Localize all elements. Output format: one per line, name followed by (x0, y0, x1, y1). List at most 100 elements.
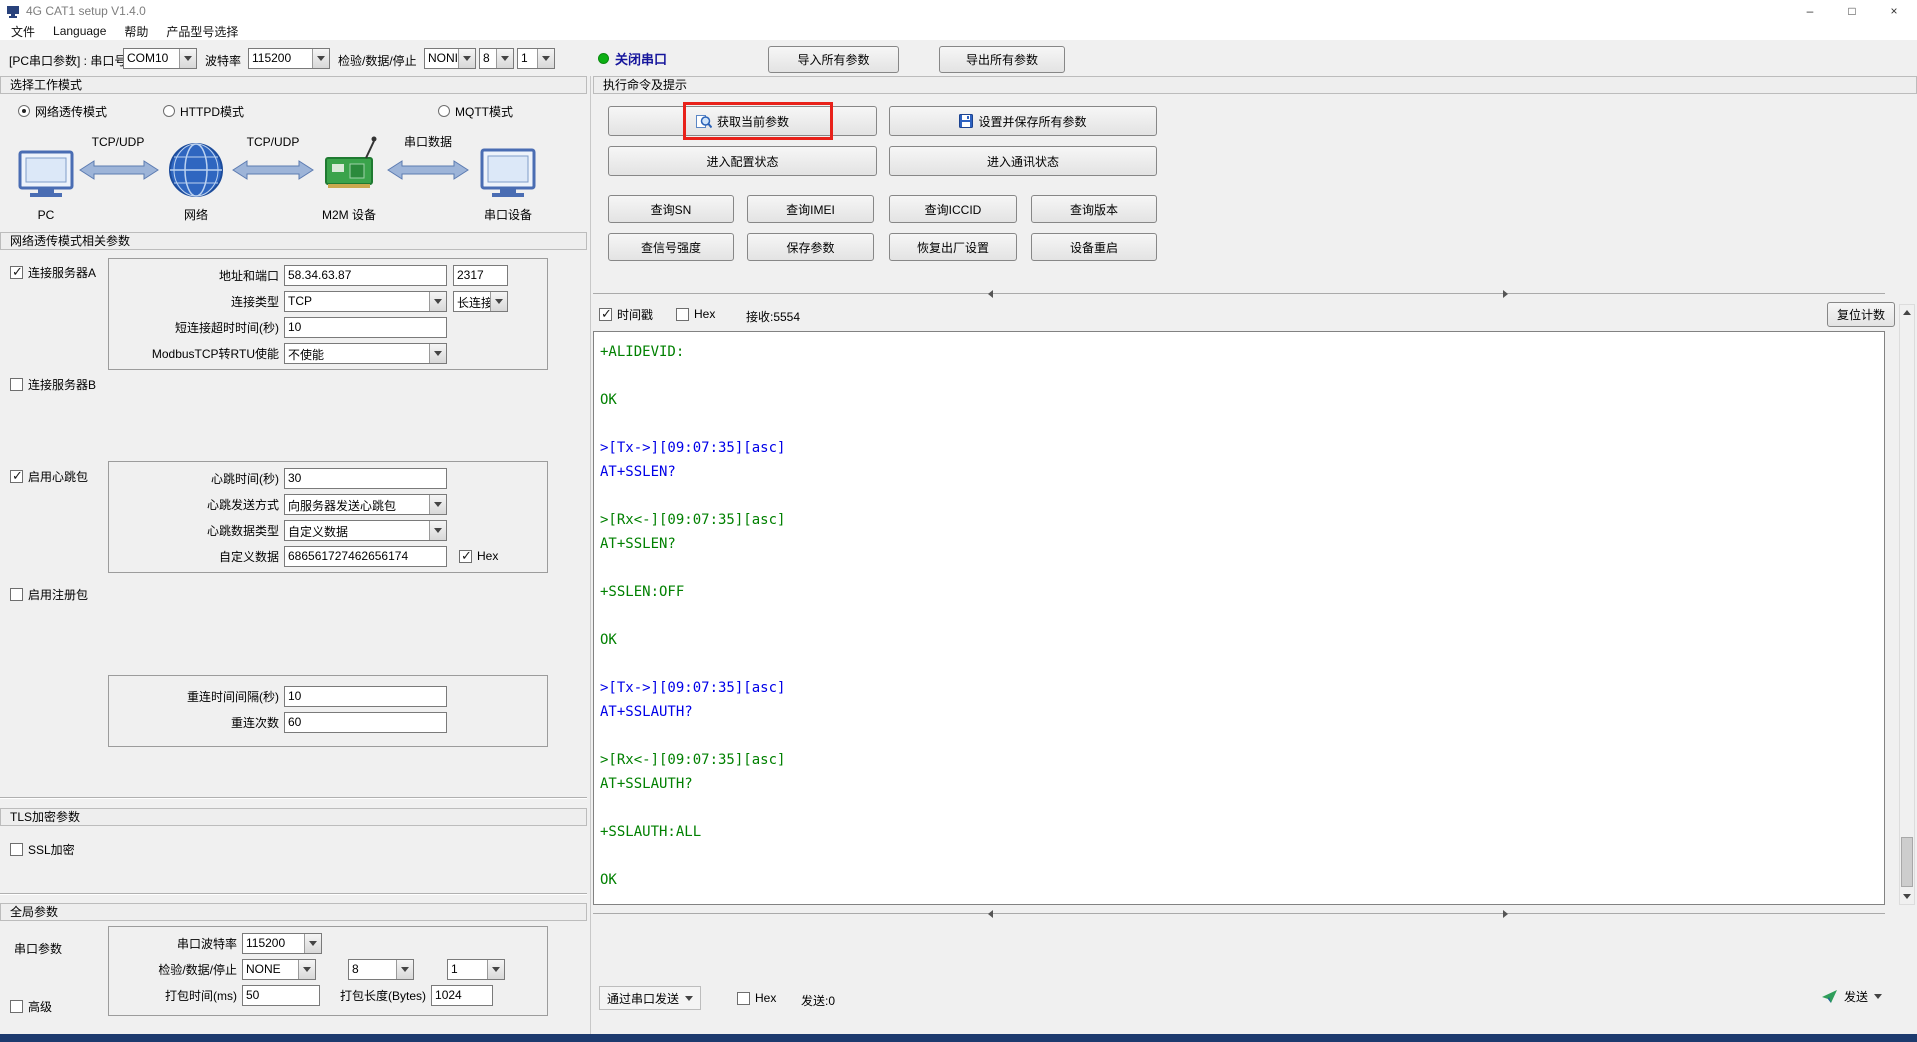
hb-type-select[interactable]: 自定义数据 (284, 520, 447, 541)
query-version-button[interactable]: 查询版本 (1031, 195, 1157, 223)
server-a-checkbox[interactable]: 连接服务器A (10, 264, 96, 280)
scroll-up-icon[interactable] (1900, 305, 1914, 320)
factory-reset-button[interactable]: 恢复出厂设置 (889, 233, 1017, 261)
short-conn-timeout-input[interactable] (284, 317, 447, 338)
log-top-splitter[interactable] (593, 288, 1885, 300)
send-button[interactable]: 发送 (1822, 988, 1882, 1005)
query-sn-button[interactable]: 查询SN (608, 195, 734, 223)
reconnect-count-input[interactable] (284, 712, 447, 733)
menu-item[interactable]: Language (44, 24, 115, 38)
panel-divider (590, 76, 591, 1034)
hb-hex-checkbox[interactable]: Hex (459, 548, 498, 564)
save-params-button[interactable]: 保存参数 (747, 233, 874, 261)
conn-type-select[interactable]: TCP (284, 291, 447, 312)
server-a-port-input[interactable] (453, 265, 508, 286)
serial-device-label: 串口设备 (484, 208, 532, 222)
m2m-device-icon (326, 137, 377, 189)
heartbeat-checkbox[interactable]: 启用心跳包 (10, 468, 88, 484)
serial-baud-label: 串口波特率 (109, 935, 242, 952)
server-a-group: 地址和端口 连接类型 TCP 长连接 短连接超时时间(秒) ModbusTCP转… (108, 258, 548, 370)
get-params-button[interactable]: 获取当前参数 (608, 106, 877, 136)
radio-net-passthrough[interactable]: 网络透传模式 (18, 103, 107, 119)
packtime-input[interactable] (242, 985, 320, 1006)
serial-stopbits-select[interactable]: 1 (447, 959, 505, 980)
splitter-right-arrow-icon[interactable] (1503, 910, 1508, 918)
reconnect-group: 重连时间间隔(秒) 重连次数 (108, 675, 548, 747)
send-via-dropdown[interactable]: 通过串口发送 (599, 986, 701, 1010)
serial-group-label: 串口参数 (14, 940, 62, 957)
serial-parity-select[interactable]: NONE (242, 959, 316, 980)
send-hex-checkbox[interactable]: Hex (737, 990, 776, 1006)
query-signal-button[interactable]: 查信号强度 (608, 233, 734, 261)
server-b-checkbox[interactable]: 连接服务器B (10, 376, 96, 392)
conn-mode-select[interactable]: 长连接 (453, 291, 508, 312)
radio-mqtt[interactable]: MQTT模式 (438, 103, 513, 119)
modbus-select[interactable]: 不使能 (284, 343, 447, 364)
scroll-down-icon[interactable] (1900, 889, 1914, 904)
close-port-button[interactable]: 关闭串口 (598, 49, 667, 68)
chevron-down-icon (304, 934, 321, 953)
serial-baud-select[interactable]: 115200 (242, 933, 322, 954)
close-button[interactable]: × (1873, 0, 1915, 22)
menu-item[interactable]: 产品型号选择 (157, 23, 247, 40)
minimize-button[interactable]: – (1789, 0, 1831, 22)
port-open-indicator-icon (598, 53, 609, 64)
baud-select[interactable]: 115200 (248, 48, 330, 69)
export-all-button[interactable]: 导出所有参数 (939, 46, 1065, 73)
log-line: +ALIDEVID: (600, 340, 1884, 364)
scrollbar-thumb[interactable] (1901, 837, 1913, 887)
server-a-address-input[interactable] (284, 265, 447, 286)
menu-item[interactable]: 帮助 (115, 23, 157, 40)
databits-select[interactable]: 8 (479, 48, 514, 69)
log-line: AT+SSLAUTH? (600, 700, 1884, 724)
recv-hex-checkbox[interactable]: Hex (676, 306, 715, 322)
reconnect-count-label: 重连次数 (109, 714, 284, 731)
log-line (600, 364, 1884, 388)
reconnect-interval-label: 重连时间间隔(秒) (109, 688, 284, 705)
short-conn-timeout-label: 短连接超时时间(秒) (109, 319, 284, 336)
log-line (600, 556, 1884, 580)
menubar: 文件Language帮助产品型号选择 (0, 22, 1917, 40)
serial-line-label: 检验/数据/停止 (109, 961, 242, 978)
reboot-button[interactable]: 设备重启 (1031, 233, 1157, 261)
log-vertical-scrollbar[interactable] (1899, 304, 1915, 905)
stopbits-select[interactable]: 1 (517, 48, 555, 69)
set-save-params-button[interactable]: 设置并保存所有参数 (889, 106, 1157, 136)
enter-config-button[interactable]: 进入配置状态 (608, 146, 877, 176)
timestamp-checkbox[interactable]: 时间戳 (599, 306, 653, 322)
log-line: >[Tx->][09:07:35][asc] (600, 676, 1884, 700)
query-iccid-button[interactable]: 查询ICCID (889, 195, 1017, 223)
menu-item[interactable]: 文件 (2, 23, 44, 40)
chevron-down-icon (458, 49, 475, 68)
line-settings-label: 检验/数据/停止 (338, 52, 417, 69)
splitter-left-arrow-icon[interactable] (988, 910, 993, 918)
maximize-button[interactable]: □ (1831, 0, 1873, 22)
ssl-checkbox[interactable]: SSL加密 (10, 841, 75, 857)
splitter-right-arrow-icon[interactable] (1503, 290, 1508, 298)
import-all-button[interactable]: 导入所有参数 (768, 46, 899, 73)
serial-databits-select[interactable]: 8 (348, 959, 414, 980)
parity-select[interactable]: NONI (424, 48, 476, 69)
arrow-icon (233, 161, 313, 179)
log-line: >[Rx<-][09:07:35][asc] (600, 748, 1884, 772)
log-bottom-splitter[interactable] (593, 908, 1885, 920)
reconnect-interval-input[interactable] (284, 686, 447, 707)
checkbox-icon (599, 308, 612, 321)
save-floppy-icon (959, 114, 973, 128)
chevron-down-icon (685, 996, 693, 1001)
advanced-checkbox[interactable]: 高级 (10, 998, 52, 1014)
chevron-down-icon (312, 49, 329, 68)
enter-comm-button[interactable]: 进入通讯状态 (889, 146, 1157, 176)
splitter-left-arrow-icon[interactable] (988, 290, 993, 298)
reset-count-button[interactable]: 复位计数 (1827, 302, 1895, 327)
hb-mode-select[interactable]: 向服务器发送心跳包 (284, 494, 447, 515)
global-serial-group: 串口波特率 115200 检验/数据/停止 NONE 8 1 打包时间(ms) … (108, 926, 548, 1016)
hb-data-input[interactable] (284, 546, 447, 567)
register-checkbox[interactable]: 启用注册包 (10, 586, 88, 602)
query-imei-button[interactable]: 查询IMEI (747, 195, 874, 223)
radio-httpd[interactable]: HTTPD模式 (163, 103, 244, 119)
packlen-input[interactable] (431, 985, 493, 1006)
log-output[interactable]: +ALIDEVID: OK >[Tx->][09:07:35][asc] AT+… (593, 331, 1885, 905)
hb-time-input[interactable] (284, 468, 447, 489)
com-port-select[interactable]: COM10 (123, 48, 197, 69)
